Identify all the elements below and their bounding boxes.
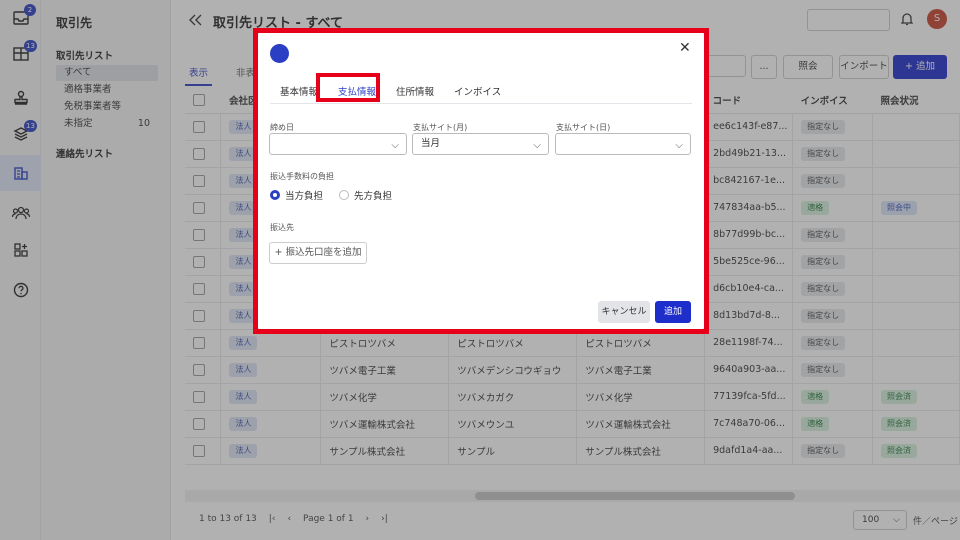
fee-option-ours[interactable]: 当方負担: [270, 188, 323, 202]
pay-month-label: 支払サイト(月): [413, 123, 468, 132]
chevron-down-icon: ⌵: [533, 140, 541, 151]
cancel-button[interactable]: キャンセル: [598, 301, 650, 323]
fee-option-label: 当方負担: [285, 191, 324, 202]
destination-label: 振込先: [270, 223, 294, 232]
fee-option-label: 先方負担: [354, 191, 393, 202]
submit-add-button[interactable]: 追加: [655, 301, 691, 323]
closing-day-label: 締め日: [270, 123, 294, 132]
pay-day-select[interactable]: ⌵: [555, 133, 691, 155]
radio-unselected-icon[interactable]: [339, 190, 350, 200]
close-icon[interactable]: ✕: [679, 40, 691, 56]
tab-address-info[interactable]: 住所情報: [386, 78, 444, 103]
radio-selected-icon[interactable]: [270, 190, 280, 200]
add-account-button[interactable]: + 振込先口座を追加: [269, 242, 367, 264]
tab-payment-info[interactable]: 支払情報: [328, 78, 386, 103]
pay-month-value: 当月: [421, 138, 441, 149]
fee-option-theirs[interactable]: 先方負担: [339, 188, 392, 202]
chevron-down-icon: ⌵: [675, 140, 683, 151]
company-logo-icon: [270, 44, 289, 63]
pay-day-label: 支払サイト(日): [556, 123, 611, 132]
chevron-down-icon: ⌵: [391, 140, 399, 151]
tab-invoice[interactable]: インボイス: [444, 78, 511, 103]
closing-day-select[interactable]: ⌵: [269, 133, 407, 155]
fee-label: 振込手数料の負担: [270, 172, 334, 181]
partner-edit-modal: ✕ 基本情報 支払情報 住所情報 インボイス 締め日 ⌵ 支払サイト(月) 当月…: [258, 32, 704, 330]
modal-tabs: 基本情報 支払情報 住所情報 インボイス: [270, 78, 692, 104]
fee-radio-group: 当方負担 先方負担: [270, 188, 392, 202]
pay-month-select[interactable]: 当月 ⌵: [412, 133, 549, 155]
tab-basic-info[interactable]: 基本情報: [270, 78, 328, 103]
